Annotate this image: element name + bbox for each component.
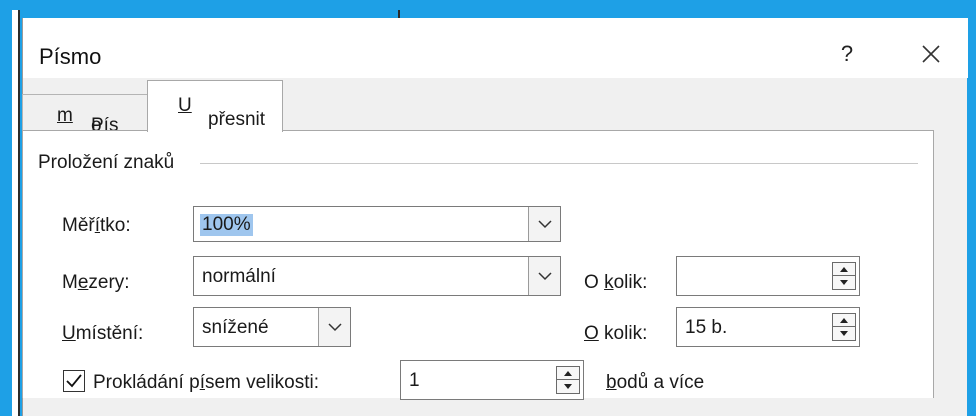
spacing-by-spinner[interactable]: [676, 256, 860, 296]
spacing-by-arrows: [832, 262, 856, 290]
spacing-by-label: O kolik:: [584, 272, 648, 293]
position-by-down-button[interactable]: [833, 327, 855, 340]
position-by-up-button[interactable]: [833, 314, 855, 327]
position-dropdown-button[interactable]: [318, 308, 350, 346]
close-button[interactable]: [911, 34, 951, 74]
scale-combo[interactable]: 100%: [193, 206, 561, 242]
kerning-checkbox[interactable]: [63, 370, 85, 392]
kerning-up-button[interactable]: [557, 367, 579, 380]
help-button[interactable]: ?: [829, 36, 865, 72]
scale-dropdown-button[interactable]: [528, 207, 560, 241]
spin-down-icon: [840, 331, 848, 336]
kerning-arrows: [556, 366, 580, 394]
tab-advanced-label: Upřesnit: [178, 95, 266, 130]
kerning-down-button[interactable]: [557, 380, 579, 393]
tab-advanced[interactable]: Upřesnit: [147, 80, 283, 132]
position-by-label: O kolik:: [584, 323, 648, 344]
close-icon: [922, 45, 940, 63]
spacing-dropdown-button[interactable]: [528, 257, 560, 295]
spacing-by-up-button[interactable]: [833, 263, 855, 276]
position-label: Umístění:: [62, 323, 144, 344]
spin-down-icon: [840, 280, 848, 285]
position-by-arrows: [832, 313, 856, 341]
chevron-down-icon: [328, 323, 342, 332]
kerning-value: 1: [409, 370, 420, 391]
kerning-spinner[interactable]: 1: [400, 360, 584, 400]
check-icon: [66, 374, 82, 388]
spacing-value: normální: [202, 266, 276, 287]
kerning-label: Prokládání písem velikosti:: [93, 372, 319, 393]
position-by-value: 15 b.: [685, 317, 728, 338]
spin-up-icon: [840, 318, 848, 323]
dialog-title: Písmo: [39, 44, 102, 69]
chevron-down-icon: [538, 220, 552, 229]
kerning-suffix-label: bodů a více: [606, 372, 705, 393]
spin-up-icon: [840, 267, 848, 272]
spacing-combo[interactable]: normální: [193, 256, 561, 296]
spin-up-icon: [564, 371, 572, 376]
scale-label: Měřítko:: [62, 215, 131, 236]
position-combo[interactable]: snížené: [193, 307, 351, 347]
background-window-edge: [12, 10, 20, 416]
spacing-label: Mezery:: [62, 272, 130, 293]
character-spacing-heading: Proložení znaků: [38, 152, 183, 174]
scale-value: 100%: [200, 214, 253, 236]
chevron-down-icon: [538, 272, 552, 281]
position-value: snížené: [202, 317, 269, 338]
tab-font[interactable]: Pís m o: [22, 94, 148, 136]
group-divider: [200, 163, 918, 164]
title-bar: Písmo ?: [23, 18, 968, 78]
spacing-by-down-button[interactable]: [833, 276, 855, 289]
position-by-spinner[interactable]: 15 b.: [676, 307, 860, 347]
spin-down-icon: [564, 384, 572, 389]
tab-font-label: Pís m o: [57, 105, 119, 136]
